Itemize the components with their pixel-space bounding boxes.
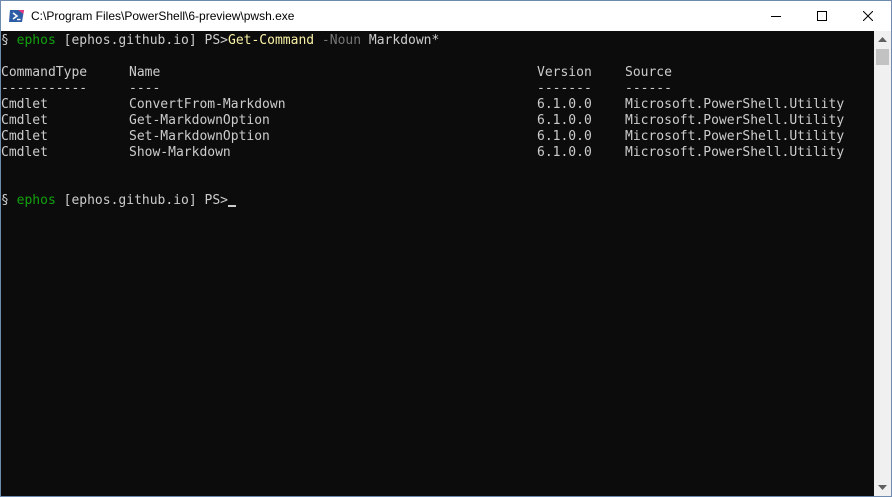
- vertical-scrollbar[interactable]: [874, 31, 891, 496]
- console-window: C:\Program Files\PowerShell\6-preview\pw…: [0, 0, 892, 497]
- header-name: Name: [129, 65, 161, 80]
- window-title: C:\Program Files\PowerShell\6-preview\pw…: [31, 9, 295, 23]
- prompt-symbol: §: [1, 33, 9, 48]
- cell-commandtype: Cmdlet: [1, 113, 48, 128]
- scroll-up-arrow-icon: [878, 37, 887, 42]
- cell-name: Show-Markdown: [129, 145, 231, 160]
- prompt-host: [ephos.github.io]: [63, 193, 197, 208]
- prompt-line-2: § ephos [ephos.github.io] PS>: [1, 193, 236, 209]
- table-row: Cmdlet Get-MarkdownOption 6.1.0.0 Micros…: [1, 113, 874, 129]
- prompt-user: ephos: [16, 193, 56, 208]
- close-icon: [863, 11, 873, 21]
- table-row: Cmdlet ConvertFrom-Markdown 6.1.0.0 Micr…: [1, 97, 874, 113]
- underline-commandtype: -----------: [1, 81, 88, 96]
- table-row: Cmdlet Set-MarkdownOption 6.1.0.0 Micros…: [1, 129, 874, 145]
- header-version: Version: [537, 65, 592, 80]
- title-bar[interactable]: C:\Program Files\PowerShell\6-preview\pw…: [1, 1, 891, 31]
- scroll-down-arrow-icon: [878, 485, 887, 490]
- table-header: CommandType Name Version Source: [1, 65, 874, 81]
- scroll-down-button[interactable]: [874, 479, 891, 496]
- prompt-symbol: §: [1, 193, 9, 208]
- maximize-icon: [817, 11, 827, 21]
- command-name: Get-Command: [228, 33, 315, 48]
- prompt-ps: PS>: [204, 33, 228, 48]
- cell-source: Microsoft.PowerShell.Utility: [625, 145, 845, 160]
- table-header-underline: ----------- ---- ------- ------: [1, 81, 874, 97]
- cell-name: ConvertFrom-Markdown: [129, 97, 286, 112]
- cell-commandtype: Cmdlet: [1, 145, 48, 160]
- scroll-up-button[interactable]: [874, 31, 891, 48]
- close-button[interactable]: [845, 1, 891, 31]
- header-source: Source: [625, 65, 672, 80]
- prompt-ps: PS>: [204, 193, 228, 208]
- text-cursor: [228, 205, 236, 207]
- command-parameter: -Noun: [321, 33, 362, 48]
- powershell-icon: [9, 8, 25, 24]
- caption-buttons: [753, 1, 891, 31]
- cell-source: Microsoft.PowerShell.Utility: [625, 113, 845, 128]
- cell-name: Get-MarkdownOption: [129, 113, 270, 128]
- console-output[interactable]: § ephos [ephos.github.io] PS>Get-Command…: [1, 31, 874, 496]
- cell-version: 6.1.0.0: [537, 129, 592, 144]
- prompt-host: [ephos.github.io]: [63, 33, 197, 48]
- underline-name: ----: [129, 81, 161, 96]
- cell-source: Microsoft.PowerShell.Utility: [625, 129, 845, 144]
- scrollbar-thumb[interactable]: [876, 49, 889, 65]
- minimize-button[interactable]: [753, 1, 799, 31]
- maximize-button[interactable]: [799, 1, 845, 31]
- cell-commandtype: Cmdlet: [1, 97, 48, 112]
- cell-version: 6.1.0.0: [537, 113, 592, 128]
- command-argument: Markdown*: [368, 33, 440, 48]
- underline-source: ------: [625, 81, 672, 96]
- minimize-icon: [771, 16, 781, 17]
- cell-commandtype: Cmdlet: [1, 129, 48, 144]
- header-commandtype: CommandType: [1, 65, 88, 80]
- prompt-line-1: § ephos [ephos.github.io] PS>Get-Command…: [1, 33, 439, 49]
- underline-version: -------: [537, 81, 592, 96]
- prompt-user: ephos: [16, 33, 56, 48]
- table-row: Cmdlet Show-Markdown 6.1.0.0 Microsoft.P…: [1, 145, 874, 161]
- cell-source: Microsoft.PowerShell.Utility: [625, 97, 845, 112]
- cell-version: 6.1.0.0: [537, 145, 592, 160]
- cell-name: Set-MarkdownOption: [129, 129, 270, 144]
- cell-version: 6.1.0.0: [537, 97, 592, 112]
